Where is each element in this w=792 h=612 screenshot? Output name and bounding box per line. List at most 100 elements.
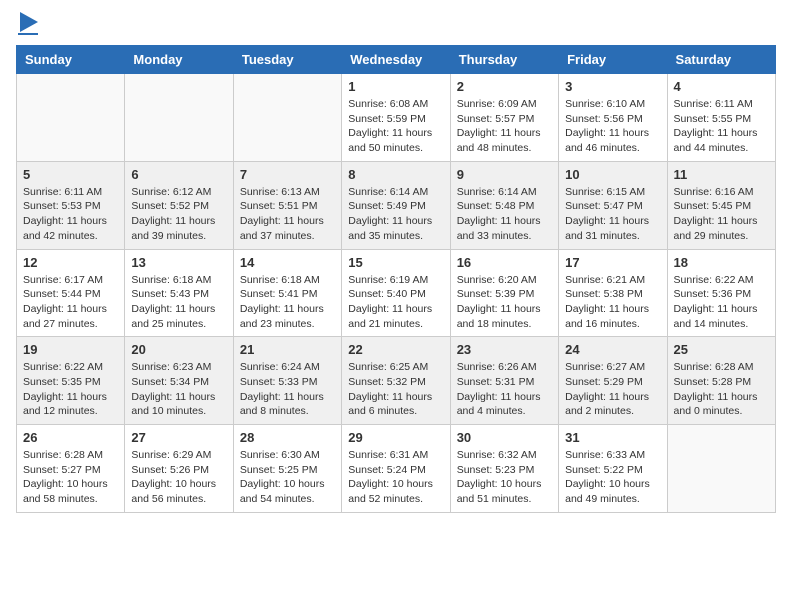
calendar-day-15: 15 Sunrise: 6:19 AMSunset: 5:40 PMDayligh… (342, 249, 450, 337)
day-info: Sunrise: 6:19 AMSunset: 5:40 PMDaylight:… (348, 273, 443, 332)
day-number: 28 (240, 430, 335, 445)
day-number: 15 (348, 255, 443, 270)
calendar-day-17: 17 Sunrise: 6:21 AMSunset: 5:38 PMDayligh… (559, 249, 667, 337)
calendar-week-row: 1 Sunrise: 6:08 AMSunset: 5:59 PMDaylight… (17, 74, 776, 162)
calendar-day-30: 30 Sunrise: 6:32 AMSunset: 5:23 PMDayligh… (450, 425, 558, 513)
day-info: Sunrise: 6:09 AMSunset: 5:57 PMDaylight:… (457, 97, 552, 156)
day-number: 21 (240, 342, 335, 357)
calendar-day-31: 31 Sunrise: 6:33 AMSunset: 5:22 PMDayligh… (559, 425, 667, 513)
column-header-wednesday: Wednesday (342, 46, 450, 74)
day-info: Sunrise: 6:33 AMSunset: 5:22 PMDaylight:… (565, 448, 660, 507)
day-number: 17 (565, 255, 660, 270)
calendar-day-24: 24Sunrise: 6:27 AMSunset: 5:29 PMDayligh… (559, 337, 667, 425)
day-number: 27 (131, 430, 226, 445)
day-info: Sunrise: 6:10 AMSunset: 5:56 PMDaylight:… (565, 97, 660, 156)
day-info: Sunrise: 6:20 AMSunset: 5:39 PMDaylight:… (457, 273, 552, 332)
day-number: 14 (240, 255, 335, 270)
day-number: 29 (348, 430, 443, 445)
day-number: 9 (457, 167, 552, 182)
day-number: 3 (565, 79, 660, 94)
column-header-tuesday: Tuesday (233, 46, 341, 74)
calendar-day-27: 27 Sunrise: 6:29 AMSunset: 5:26 PMDayligh… (125, 425, 233, 513)
day-info: Sunrise: 6:11 AMSunset: 5:53 PMDaylight:… (23, 185, 118, 244)
calendar-day-13: 13Sunrise: 6:18 AMSunset: 5:43 PMDayligh… (125, 249, 233, 337)
day-number: 16 (457, 255, 552, 270)
day-number: 25 (674, 342, 769, 357)
logo-arrow-icon (20, 12, 38, 32)
column-header-friday: Friday (559, 46, 667, 74)
day-info: Sunrise: 6:08 AMSunset: 5:59 PMDaylight:… (348, 97, 443, 156)
calendar-day-29: 29Sunrise: 6:31 AMSunset: 5:24 PMDayligh… (342, 425, 450, 513)
calendar-day-8: 8 Sunrise: 6:14 AMSunset: 5:49 PMDaylight… (342, 161, 450, 249)
day-info: Sunrise: 6:18 AMSunset: 5:41 PMDaylight:… (240, 273, 335, 332)
page-header (16, 16, 776, 35)
calendar-day-19: 19Sunrise: 6:22 AMSunset: 5:35 PMDayligh… (17, 337, 125, 425)
day-number: 22 (348, 342, 443, 357)
day-info: Sunrise: 6:30 AMSunset: 5:25 PMDaylight:… (240, 448, 335, 507)
calendar-day-22: 22 Sunrise: 6:25 AMSunset: 5:32 PMDayligh… (342, 337, 450, 425)
day-number: 10 (565, 167, 660, 182)
day-number: 7 (240, 167, 335, 182)
calendar-day-11: 11 Sunrise: 6:16 AMSunset: 5:45 PMDayligh… (667, 161, 775, 249)
column-header-saturday: Saturday (667, 46, 775, 74)
day-number: 30 (457, 430, 552, 445)
calendar-day-16: 16 Sunrise: 6:20 AMSunset: 5:39 PMDayligh… (450, 249, 558, 337)
calendar-day-21: 21 Sunrise: 6:24 AMSunset: 5:33 PMDayligh… (233, 337, 341, 425)
calendar-day-25: 25 Sunrise: 6:28 AMSunset: 5:28 PMDayligh… (667, 337, 775, 425)
calendar-week-row: 26 Sunrise: 6:28 AMSunset: 5:27 PMDayligh… (17, 425, 776, 513)
day-number: 2 (457, 79, 552, 94)
calendar-day-18: 18 Sunrise: 6:22 AMSunset: 5:36 PMDayligh… (667, 249, 775, 337)
calendar-week-row: 19Sunrise: 6:22 AMSunset: 5:35 PMDayligh… (17, 337, 776, 425)
day-info: Sunrise: 6:14 AMSunset: 5:48 PMDaylight:… (457, 185, 552, 244)
day-info: Sunrise: 6:18 AMSunset: 5:43 PMDaylight:… (131, 273, 226, 332)
calendar-day-28: 28 Sunrise: 6:30 AMSunset: 5:25 PMDayligh… (233, 425, 341, 513)
day-number: 26 (23, 430, 118, 445)
day-info: Sunrise: 6:32 AMSunset: 5:23 PMDaylight:… (457, 448, 552, 507)
day-number: 20 (131, 342, 226, 357)
calendar-day-1: 1 Sunrise: 6:08 AMSunset: 5:59 PMDaylight… (342, 74, 450, 162)
day-number: 23 (457, 342, 552, 357)
day-info: Sunrise: 6:21 AMSunset: 5:38 PMDaylight:… (565, 273, 660, 332)
day-number: 8 (348, 167, 443, 182)
day-number: 31 (565, 430, 660, 445)
day-info: Sunrise: 6:17 AMSunset: 5:44 PMDaylight:… (23, 273, 118, 332)
calendar-header-row: SundayMondayTuesdayWednesdayThursdayFrid… (17, 46, 776, 74)
calendar-empty-cell (125, 74, 233, 162)
day-info: Sunrise: 6:11 AMSunset: 5:55 PMDaylight:… (674, 97, 769, 156)
calendar-day-6: 6Sunrise: 6:12 AMSunset: 5:52 PMDaylight… (125, 161, 233, 249)
day-number: 12 (23, 255, 118, 270)
day-info: Sunrise: 6:22 AMSunset: 5:36 PMDaylight:… (674, 273, 769, 332)
day-info: Sunrise: 6:12 AMSunset: 5:52 PMDaylight:… (131, 185, 226, 244)
calendar-empty-cell (17, 74, 125, 162)
day-info: Sunrise: 6:24 AMSunset: 5:33 PMDaylight:… (240, 360, 335, 419)
column-header-sunday: Sunday (17, 46, 125, 74)
calendar-day-7: 7 Sunrise: 6:13 AMSunset: 5:51 PMDaylight… (233, 161, 341, 249)
day-info: Sunrise: 6:29 AMSunset: 5:26 PMDaylight:… (131, 448, 226, 507)
calendar-day-4: 4 Sunrise: 6:11 AMSunset: 5:55 PMDaylight… (667, 74, 775, 162)
calendar-day-3: 3 Sunrise: 6:10 AMSunset: 5:56 PMDaylight… (559, 74, 667, 162)
calendar-empty-cell (667, 425, 775, 513)
calendar-day-12: 12 Sunrise: 6:17 AMSunset: 5:44 PMDayligh… (17, 249, 125, 337)
day-info: Sunrise: 6:28 AMSunset: 5:27 PMDaylight:… (23, 448, 118, 507)
calendar-week-row: 5Sunrise: 6:11 AMSunset: 5:53 PMDaylight… (17, 161, 776, 249)
day-number: 4 (674, 79, 769, 94)
calendar-day-23: 23 Sunrise: 6:26 AMSunset: 5:31 PMDayligh… (450, 337, 558, 425)
day-info: Sunrise: 6:26 AMSunset: 5:31 PMDaylight:… (457, 360, 552, 419)
day-number: 18 (674, 255, 769, 270)
day-info: Sunrise: 6:14 AMSunset: 5:49 PMDaylight:… (348, 185, 443, 244)
calendar-empty-cell (233, 74, 341, 162)
day-info: Sunrise: 6:28 AMSunset: 5:28 PMDaylight:… (674, 360, 769, 419)
logo (16, 16, 38, 35)
day-info: Sunrise: 6:22 AMSunset: 5:35 PMDaylight:… (23, 360, 118, 419)
column-header-thursday: Thursday (450, 46, 558, 74)
day-info: Sunrise: 6:15 AMSunset: 5:47 PMDaylight:… (565, 185, 660, 244)
day-info: Sunrise: 6:16 AMSunset: 5:45 PMDaylight:… (674, 185, 769, 244)
calendar-day-10: 10 Sunrise: 6:15 AMSunset: 5:47 PMDayligh… (559, 161, 667, 249)
day-number: 1 (348, 79, 443, 94)
day-info: Sunrise: 6:23 AMSunset: 5:34 PMDaylight:… (131, 360, 226, 419)
day-info: Sunrise: 6:25 AMSunset: 5:32 PMDaylight:… (348, 360, 443, 419)
day-info: Sunrise: 6:13 AMSunset: 5:51 PMDaylight:… (240, 185, 335, 244)
calendar-table: SundayMondayTuesdayWednesdayThursdayFrid… (16, 45, 776, 513)
day-number: 11 (674, 167, 769, 182)
calendar-day-2: 2 Sunrise: 6:09 AMSunset: 5:57 PMDaylight… (450, 74, 558, 162)
